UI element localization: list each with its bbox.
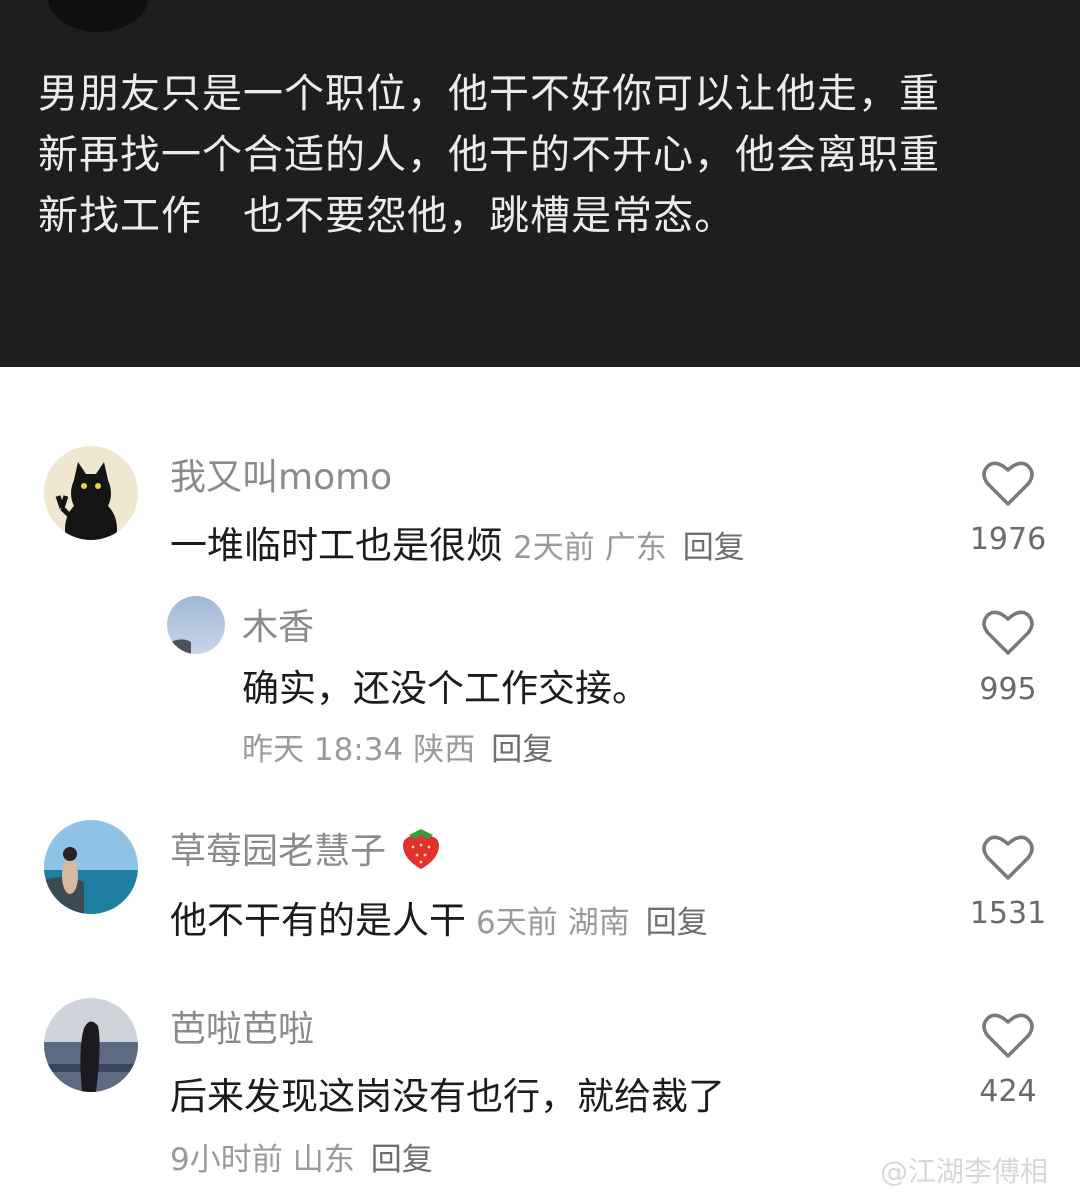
- comment-body: 确实，还没个工作交接。: [242, 658, 649, 712]
- comment-body: 后来发现这岗没有也行，就给裁了: [170, 1066, 725, 1120]
- username-text: 草莓园老慧子: [170, 831, 387, 872]
- comment-text: 一堆临时工也是很烦: [170, 524, 503, 567]
- avatar[interactable]: [44, 998, 138, 1092]
- strawberry-icon: [403, 829, 440, 869]
- reply-button[interactable]: 回复: [646, 905, 708, 941]
- heart-outline-icon[interactable]: [982, 609, 1034, 657]
- reply-button[interactable]: 回复: [371, 1142, 433, 1178]
- post-author-avatar[interactable]: [48, 0, 148, 32]
- comment-location: 广东: [604, 530, 667, 566]
- comment-meta: 9小时前 山东 回复: [160, 1134, 433, 1179]
- username[interactable]: 木香: [242, 598, 314, 650]
- post-card: 男朋友只是一个职位，他干不好你可以让他走，重 新再找一个合适的人，他干的不开心，…: [0, 0, 1080, 367]
- heart-outline-icon[interactable]: [982, 1012, 1034, 1060]
- avatar[interactable]: [44, 446, 138, 540]
- comment-meta: 昨天 18:34 陕西 回复: [232, 724, 553, 769]
- username[interactable]: 我又叫momo: [170, 448, 392, 500]
- heart-outline-icon[interactable]: [982, 834, 1034, 882]
- like-count: 1531: [969, 896, 1047, 931]
- comment-body: 他不干有的是人干 6天前 湖南 回复: [170, 890, 708, 944]
- username[interactable]: 芭啦芭啦: [170, 1000, 314, 1052]
- avatar[interactable]: [167, 596, 225, 654]
- comment-location: 湖南: [567, 905, 630, 941]
- comment-text: 他不干有的是人干: [170, 899, 466, 942]
- comment-location: 山东: [292, 1142, 355, 1178]
- comment-time: 9小时前: [170, 1142, 283, 1178]
- comment-time: 6天前: [476, 905, 558, 941]
- comment-text: 确实，还没个工作交接。: [242, 667, 649, 710]
- reply-button[interactable]: 回复: [683, 530, 745, 566]
- heart-outline-icon[interactable]: [982, 460, 1034, 508]
- post-text: 男朋友只是一个职位，他干不好你可以让他走，重 新再找一个合适的人，他干的不开心，…: [38, 71, 940, 239]
- reply-button[interactable]: 回复: [491, 732, 553, 768]
- avatar[interactable]: [44, 820, 138, 914]
- watermark: @江湖李傅相: [880, 1155, 1049, 1188]
- like-count: 424: [979, 1074, 1037, 1109]
- like-count: 1976: [969, 522, 1047, 557]
- like-count: 995: [979, 672, 1037, 707]
- comment-body: 一堆临时工也是很烦 2天前 广东 回复: [170, 515, 745, 569]
- comment-time: 昨天 18:34: [242, 732, 404, 768]
- username[interactable]: 草莓园老慧子: [170, 822, 443, 874]
- comment-time: 2天前: [513, 530, 595, 566]
- comment-location: 陕西: [413, 732, 476, 768]
- comment-text: 后来发现这岗没有也行，就给裁了: [170, 1075, 725, 1118]
